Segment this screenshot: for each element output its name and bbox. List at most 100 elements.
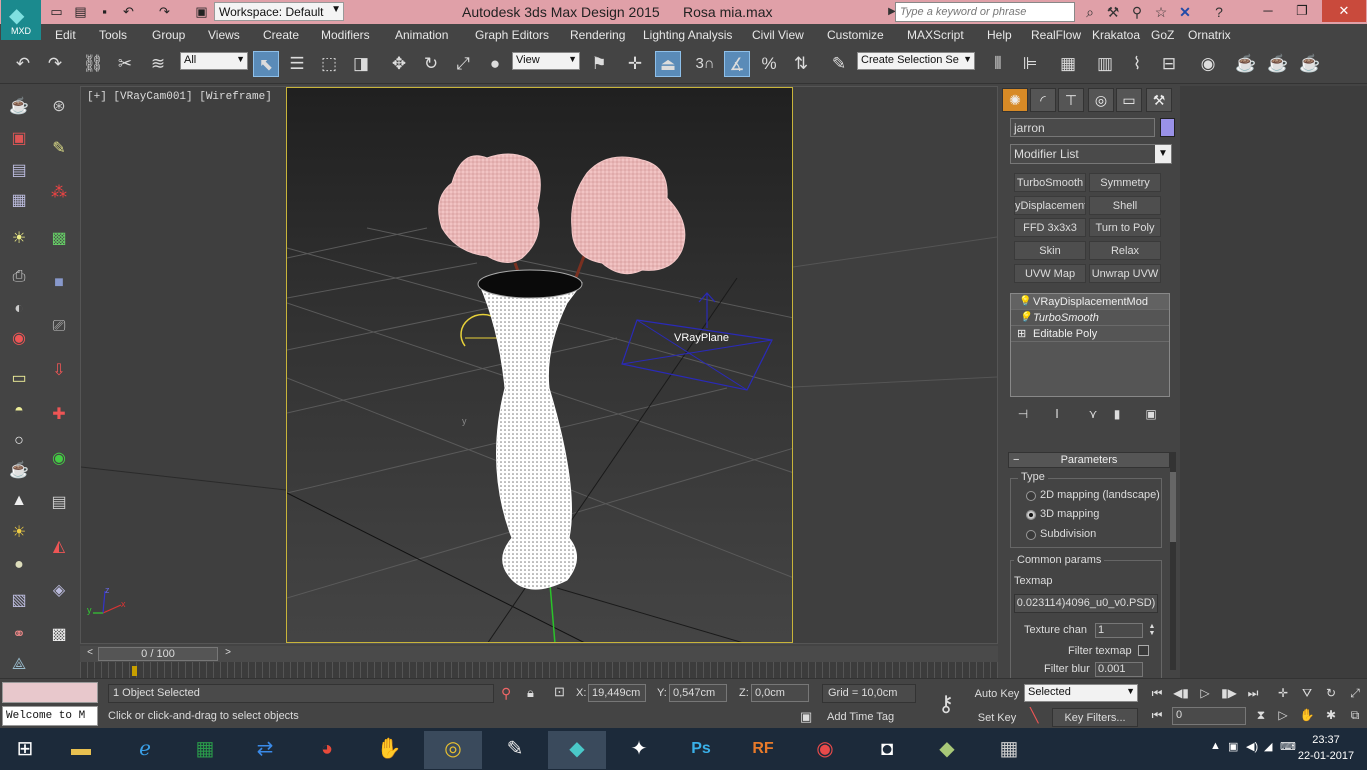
select-manipulate-icon[interactable]: ✛ (622, 51, 648, 77)
render-production-icon[interactable]: ☕ (1297, 51, 1323, 77)
video-camera-icon[interactable]: ⎚ (46, 314, 72, 340)
menu-create[interactable]: Create (263, 28, 299, 42)
edit-named-selection-icon[interactable]: ✎ (826, 51, 852, 77)
undo-icon[interactable]: ↶ (10, 51, 36, 77)
menu-group[interactable]: Group (152, 28, 185, 42)
next-frame-arrow[interactable]: > (222, 647, 234, 661)
zbrush-taskbar-icon[interactable]: ✦ (610, 731, 668, 769)
keyframe-marker[interactable] (132, 666, 137, 676)
scene-explorer-icon[interactable]: ▥ (1092, 51, 1118, 77)
teamviewer-icon[interactable]: ⇄ (236, 731, 294, 769)
pan-hand-icon[interactable]: ✋ (1296, 705, 1318, 725)
key-filter-pencil-icon[interactable]: ╲ (1030, 707, 1038, 724)
select-and-link-icon[interactable]: ⛓ (80, 51, 106, 77)
close-button[interactable]: ✕ (1322, 0, 1366, 22)
viewport[interactable]: [+] [VRayCam001] [Wireframe] y VRayPlane… (80, 86, 998, 644)
zoom-all-icon[interactable]: ⛛ (1296, 683, 1318, 703)
min-max-toggle-icon[interactable]: ⧉ (1344, 705, 1366, 725)
motion-tab-icon[interactable]: ◎ (1088, 88, 1114, 112)
sun-icon[interactable]: ☀ (6, 520, 32, 546)
script-icon[interactable]: ▤ (46, 490, 72, 516)
mindmap-icon[interactable]: ◆ (918, 731, 976, 769)
menu-civil-view[interactable]: Civil View (752, 28, 804, 42)
modifier-button-uvw-map[interactable]: UVW Map (1014, 264, 1086, 283)
radio-subdivision[interactable]: Subdivision (1026, 528, 1096, 540)
calculator-icon[interactable]: ▦ (980, 731, 1038, 769)
down-arrow-icon[interactable]: ⇩ (46, 358, 72, 384)
sphere-icon[interactable]: ○ (6, 428, 32, 454)
menu-tools[interactable]: Tools (99, 28, 127, 42)
window-crossing-icon[interactable]: ◨ (348, 51, 374, 77)
maximize-viewport-icon[interactable]: ⤢ (1344, 683, 1366, 703)
remove-modifier-icon[interactable]: ▮ (1108, 405, 1126, 423)
light-icon[interactable]: ☀ (6, 226, 32, 252)
menu-edit[interactable]: Edit (55, 28, 76, 42)
make-unique-icon[interactable]: ⋎ (1084, 405, 1102, 423)
paint-icon[interactable]: ✎ (486, 731, 544, 769)
go-to-end-icon[interactable]: ⏭ (1242, 683, 1264, 703)
select-and-scale-icon[interactable]: ⤢ (450, 51, 476, 77)
table-icon[interactable]: ▦ (6, 188, 32, 214)
stack-item-editable-poly[interactable]: ⊞ Editable Poly (1011, 326, 1169, 342)
bind-to-space-warp-icon[interactable]: ≋ (145, 51, 171, 77)
selection-filter-dropdown[interactable]: All ▼ (180, 52, 248, 70)
select-by-name-icon[interactable]: ☰ (284, 51, 310, 77)
stack-item-turbosmooth[interactable]: 💡 TurboSmooth (1011, 310, 1169, 326)
key-mode-dropdown[interactable]: Selected ▼ (1024, 684, 1138, 702)
app-menu-button[interactable]: ◆ MXD (1, 0, 41, 40)
viewport-label[interactable]: [+] [VRayCam001] [Wireframe] (87, 91, 272, 103)
set-key-icon[interactable]: ⚷ (928, 691, 964, 717)
modify-tab-icon[interactable]: ◜ (1030, 88, 1056, 112)
z-coord-input[interactable]: 0,0cm (751, 684, 809, 702)
render-setup-icon[interactable]: ☕ (1233, 51, 1259, 77)
cone-icon[interactable]: ▲ (6, 488, 32, 514)
previous-frame-icon[interactable]: ◀▮ (1170, 683, 1192, 703)
curve-editor-icon[interactable]: ⌇ (1124, 51, 1150, 77)
plane-icon[interactable]: ▭ (6, 366, 32, 392)
q-app-icon[interactable]: ◘ (858, 731, 916, 769)
mirror-icon[interactable]: ⫴ (985, 51, 1011, 77)
wifi-tray-icon[interactable]: ◢ (1264, 740, 1272, 753)
subscription-icon[interactable]: ⚒ (1104, 3, 1122, 21)
y-coord-input[interactable]: 0,547cm (669, 684, 727, 702)
current-frame-input[interactable]: 0 (1172, 707, 1246, 725)
auto-key-button[interactable]: Auto Key (972, 685, 1022, 704)
clock-time[interactable]: 23:37 (1296, 734, 1356, 746)
modifier-button-symmetry[interactable]: Symmetry (1089, 173, 1161, 192)
maximize-button[interactable]: ❐ (1280, 0, 1324, 22)
modifier-button-relax[interactable]: Relax (1089, 241, 1161, 260)
place-icon[interactable]: ● (482, 51, 508, 77)
unlink-icon[interactable]: ✂ (112, 51, 138, 77)
disc-icon[interactable]: ● (6, 552, 32, 578)
layer-manager-icon[interactable]: ▦ (1055, 51, 1081, 77)
rose-right[interactable] (571, 156, 686, 275)
key-filters-button[interactable]: Key Filters... (1052, 708, 1138, 727)
time-tag-icon[interactable]: ▣ (800, 709, 812, 725)
language-tray-icon[interactable]: ⌨ (1280, 740, 1296, 753)
realflow-icon[interactable]: RF (734, 731, 792, 769)
teapot-icon[interactable]: ☕ (6, 94, 32, 120)
snaps-toggle-icon[interactable]: 3∩ (692, 51, 718, 77)
file-explorer-icon[interactable]: ▬ (52, 731, 110, 769)
menu-realflow[interactable]: RealFlow (1031, 28, 1081, 42)
search-input[interactable]: Type a keyword or phrase (895, 2, 1075, 22)
track-bar[interactable] (80, 662, 998, 678)
rectangular-selection-icon[interactable]: ⬚ (316, 51, 342, 77)
show-end-result-icon[interactable]: Ⅰ (1048, 405, 1066, 423)
schematic-view-icon[interactable]: ⊟ (1156, 51, 1182, 77)
expand-plus-icon[interactable]: ⊞ (1017, 326, 1026, 342)
zoom-icon[interactable]: ✛ (1272, 683, 1294, 703)
open-file-icon[interactable]: ▤ (72, 3, 89, 20)
radio-3d-mapping[interactable]: 3D mapping (1026, 508, 1099, 520)
go-to-start-icon[interactable]: ⏮ (1146, 683, 1168, 703)
select-object-icon[interactable]: ⬉ (253, 51, 279, 77)
material-editor-icon[interactable]: ◉ (1195, 51, 1221, 77)
network-tray-icon[interactable]: ▣ (1228, 740, 1238, 753)
filter-blur-input[interactable]: 0.001 (1095, 662, 1143, 677)
molecule-icon[interactable]: ⚭ (6, 622, 32, 648)
new-file-icon[interactable]: ▭ (48, 3, 65, 20)
command-panel-scrollbar[interactable] (1170, 452, 1176, 670)
configure-modifier-sets-icon[interactable]: ▣ (1142, 405, 1160, 423)
redo-icon[interactable]: ↷ (156, 3, 173, 20)
davinci-icon[interactable]: ◉ (796, 731, 854, 769)
